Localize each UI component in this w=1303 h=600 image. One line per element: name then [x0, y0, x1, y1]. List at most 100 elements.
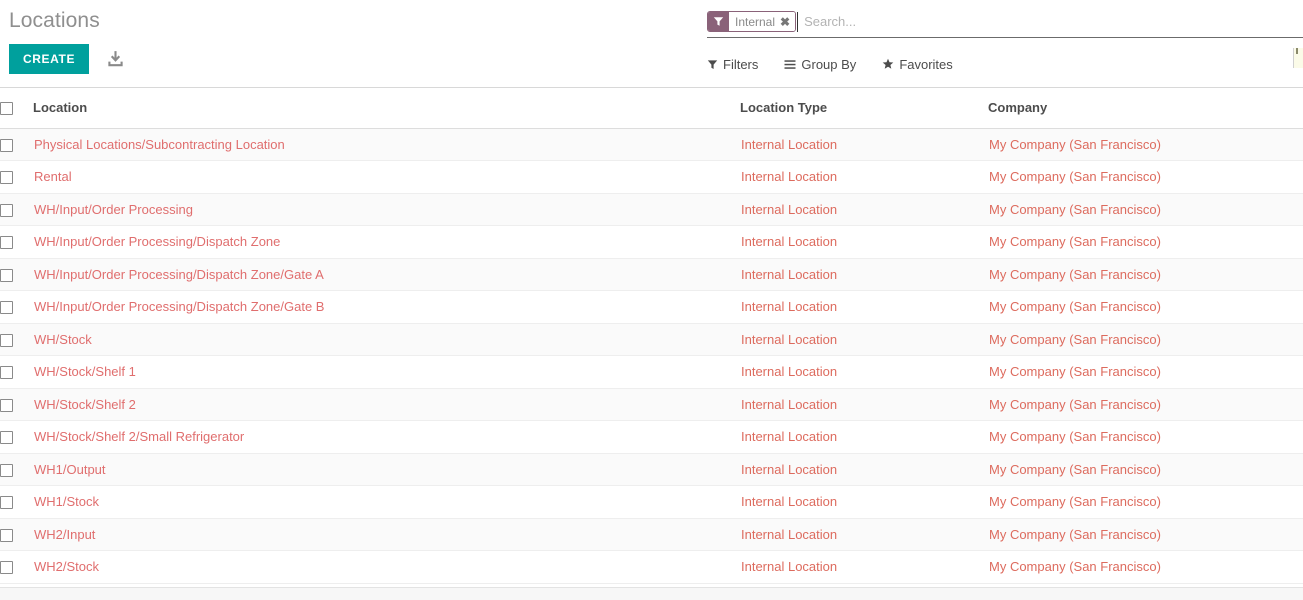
table-row[interactable]: Physical Locations/Subcontracting Locati… — [0, 128, 1303, 161]
cell-location-link[interactable]: WH1/Stock — [33, 494, 740, 509]
table-row[interactable]: WH/Input/Order Processing/Dispatch Zone I… — [0, 225, 1303, 259]
view-switcher-icon[interactable] — [1293, 48, 1303, 68]
table-row[interactable]: WH/Stock Internal Location My Company (San… — [0, 323, 1303, 356]
cell-company-link[interactable]: My Company (San Francisco) — [988, 364, 1303, 379]
group-by-menu-label: Group By — [801, 56, 857, 72]
table-row[interactable]: WH2/Input Internal Location My Company (Sa… — [0, 518, 1303, 551]
cell-location-link[interactable]: WH/Input/Order Processing — [33, 202, 740, 217]
cell-company-link[interactable]: My Company (San Francisco) — [988, 332, 1303, 347]
table-row[interactable]: WH1/Output Internal Location My Company (S… — [0, 453, 1303, 486]
row-checkbox[interactable] — [0, 366, 13, 380]
cell-location-type-link[interactable]: Internal Location — [740, 462, 988, 477]
cell-company-link[interactable]: My Company (San Francisco) — [988, 169, 1303, 184]
cell-company-link[interactable]: My Company (San Francisco) — [988, 494, 1303, 509]
cell-location: WH/Input/Order Processing — [33, 193, 740, 226]
row-checkbox[interactable] — [0, 268, 13, 282]
row-checkbox[interactable] — [0, 398, 13, 412]
cell-company-link[interactable]: My Company (San Francisco) — [988, 527, 1303, 542]
cell-location-type-link[interactable]: Internal Location — [740, 299, 988, 314]
row-checkbox[interactable] — [0, 236, 13, 250]
cell-location-type-link[interactable]: Internal Location — [740, 234, 988, 249]
cell-location-type-link[interactable]: Internal Location — [740, 169, 988, 184]
group-by-menu[interactable]: Group By — [784, 57, 856, 72]
cell-company-link[interactable]: My Company (San Francisco) — [988, 299, 1303, 314]
row-checkbox[interactable] — [0, 138, 13, 152]
cell-location-link[interactable]: WH/Input/Order Processing/Dispatch Zone/… — [33, 299, 740, 314]
table-row[interactable]: WH/Stock/Shelf 1 Internal Location My Comp… — [0, 355, 1303, 389]
column-header-location[interactable]: Location — [33, 88, 740, 129]
column-header-location-type[interactable]: Location Type — [740, 88, 988, 129]
cell-location-link[interactable]: WH/Stock/Shelf 2/Small Refrigerator — [33, 429, 740, 444]
cell-company: My Company (San Francisco) — [988, 420, 1303, 454]
row-checkbox[interactable] — [0, 431, 13, 445]
cell-company: My Company (San Francisco) — [988, 323, 1303, 356]
row-checkbox[interactable] — [0, 203, 13, 217]
row-checkbox[interactable] — [0, 528, 13, 542]
cell-location: WH2/Stock — [33, 550, 740, 584]
table-row[interactable]: Rental Internal Location My Company (San F… — [0, 160, 1303, 194]
row-checkbox[interactable] — [0, 496, 13, 510]
row-checkbox[interactable] — [0, 463, 13, 477]
control-panel-buttons: CREATE — [9, 44, 699, 74]
row-checkbox[interactable] — [0, 561, 13, 575]
row-checkbox[interactable] — [0, 301, 13, 315]
filter-funnel-icon — [707, 59, 718, 70]
locations-table: Location Location Type Company Physical … — [0, 88, 1303, 584]
cell-company-link[interactable]: My Company (San Francisco) — [988, 234, 1303, 249]
cell-company-link[interactable]: My Company (San Francisco) — [988, 462, 1303, 477]
search-bar[interactable]: Internal ✖ — [707, 0, 1303, 38]
cell-location-link[interactable]: WH/Stock/Shelf 1 — [33, 364, 740, 379]
table-row[interactable]: WH/Input/Order Processing/Dispatch Zone/… — [0, 290, 1303, 324]
favorites-menu-label: Favorites — [899, 56, 953, 72]
cell-company-link[interactable]: My Company (San Francisco) — [988, 267, 1303, 282]
cell-location-type-link[interactable]: Internal Location — [740, 267, 988, 282]
cell-location-link[interactable]: Rental — [33, 169, 740, 184]
cell-location-type: Internal Location — [740, 323, 988, 356]
search-facet-label: Internal — [729, 12, 780, 31]
favorites-menu[interactable]: Favorites — [882, 56, 953, 72]
cell-company-link[interactable]: My Company (San Francisco) — [988, 397, 1303, 412]
create-button[interactable]: CREATE — [9, 44, 90, 74]
cell-location-link[interactable]: WH/Stock/Shelf 2 — [33, 397, 740, 412]
cell-location-link[interactable]: WH1/Output — [33, 462, 740, 477]
cell-location-type-link[interactable]: Internal Location — [740, 429, 988, 444]
table-row[interactable]: WH1/Stock Internal Location My Company (Sa… — [0, 485, 1303, 519]
table-row[interactable]: WH/Stock/Shelf 2 Internal Location My Comp… — [0, 388, 1303, 421]
cell-company-link[interactable]: My Company (San Francisco) — [988, 202, 1303, 217]
cell-location-type-link[interactable]: Internal Location — [740, 332, 988, 347]
cell-location-type-link[interactable]: Internal Location — [740, 137, 988, 152]
cell-location: WH/Stock — [33, 323, 740, 356]
cell-location-link[interactable]: WH2/Input — [33, 527, 740, 542]
cell-company-link[interactable]: My Company (San Francisco) — [988, 137, 1303, 152]
import-download-icon[interactable] — [105, 48, 125, 70]
row-checkbox[interactable] — [0, 171, 13, 185]
cell-location-type-link[interactable]: Internal Location — [740, 527, 988, 542]
cell-location-type-link[interactable]: Internal Location — [740, 494, 988, 509]
cell-company: My Company (San Francisco) — [988, 355, 1303, 389]
search-input[interactable] — [797, 11, 1303, 32]
cell-location-link[interactable]: WH2/Stock — [33, 559, 740, 574]
cell-location-type-link[interactable]: Internal Location — [740, 202, 988, 217]
table-row[interactable]: WH/Input/Order Processing/Dispatch Zone/… — [0, 258, 1303, 291]
cell-location-link[interactable]: WH/Input/Order Processing/Dispatch Zone/… — [33, 267, 740, 282]
cell-location-type: Internal Location — [740, 550, 988, 584]
cell-company-link[interactable]: My Company (San Francisco) — [988, 429, 1303, 444]
cell-location-link[interactable]: WH/Stock — [33, 332, 740, 347]
select-all-checkbox[interactable] — [0, 102, 13, 116]
cell-location: WH/Input/Order Processing/Dispatch Zone/… — [33, 290, 740, 324]
table-row[interactable]: WH/Input/Order Processing Internal Locati… — [0, 193, 1303, 226]
cell-location-type-link[interactable]: Internal Location — [740, 397, 988, 412]
cell-location-link[interactable]: WH/Input/Order Processing/Dispatch Zone — [33, 234, 740, 249]
filters-menu[interactable]: Filters — [707, 57, 758, 72]
column-header-company[interactable]: Company — [988, 88, 1303, 129]
search-facet-internal[interactable]: Internal ✖ — [707, 11, 797, 32]
table-row[interactable]: WH/Stock/Shelf 2/Small Refrigerator Inter… — [0, 420, 1303, 454]
filter-funnel-icon — [708, 12, 729, 31]
table-row[interactable]: WH2/Stock Internal Location My Company (Sa… — [0, 550, 1303, 584]
cell-location-type-link[interactable]: Internal Location — [740, 559, 988, 574]
cell-location-link[interactable]: Physical Locations/Subcontracting Locati… — [33, 137, 740, 152]
close-x-icon[interactable]: ✖ — [779, 12, 796, 31]
row-checkbox[interactable] — [0, 333, 13, 347]
cell-location-type-link[interactable]: Internal Location — [740, 364, 988, 379]
cell-company-link[interactable]: My Company (San Francisco) — [988, 559, 1303, 574]
